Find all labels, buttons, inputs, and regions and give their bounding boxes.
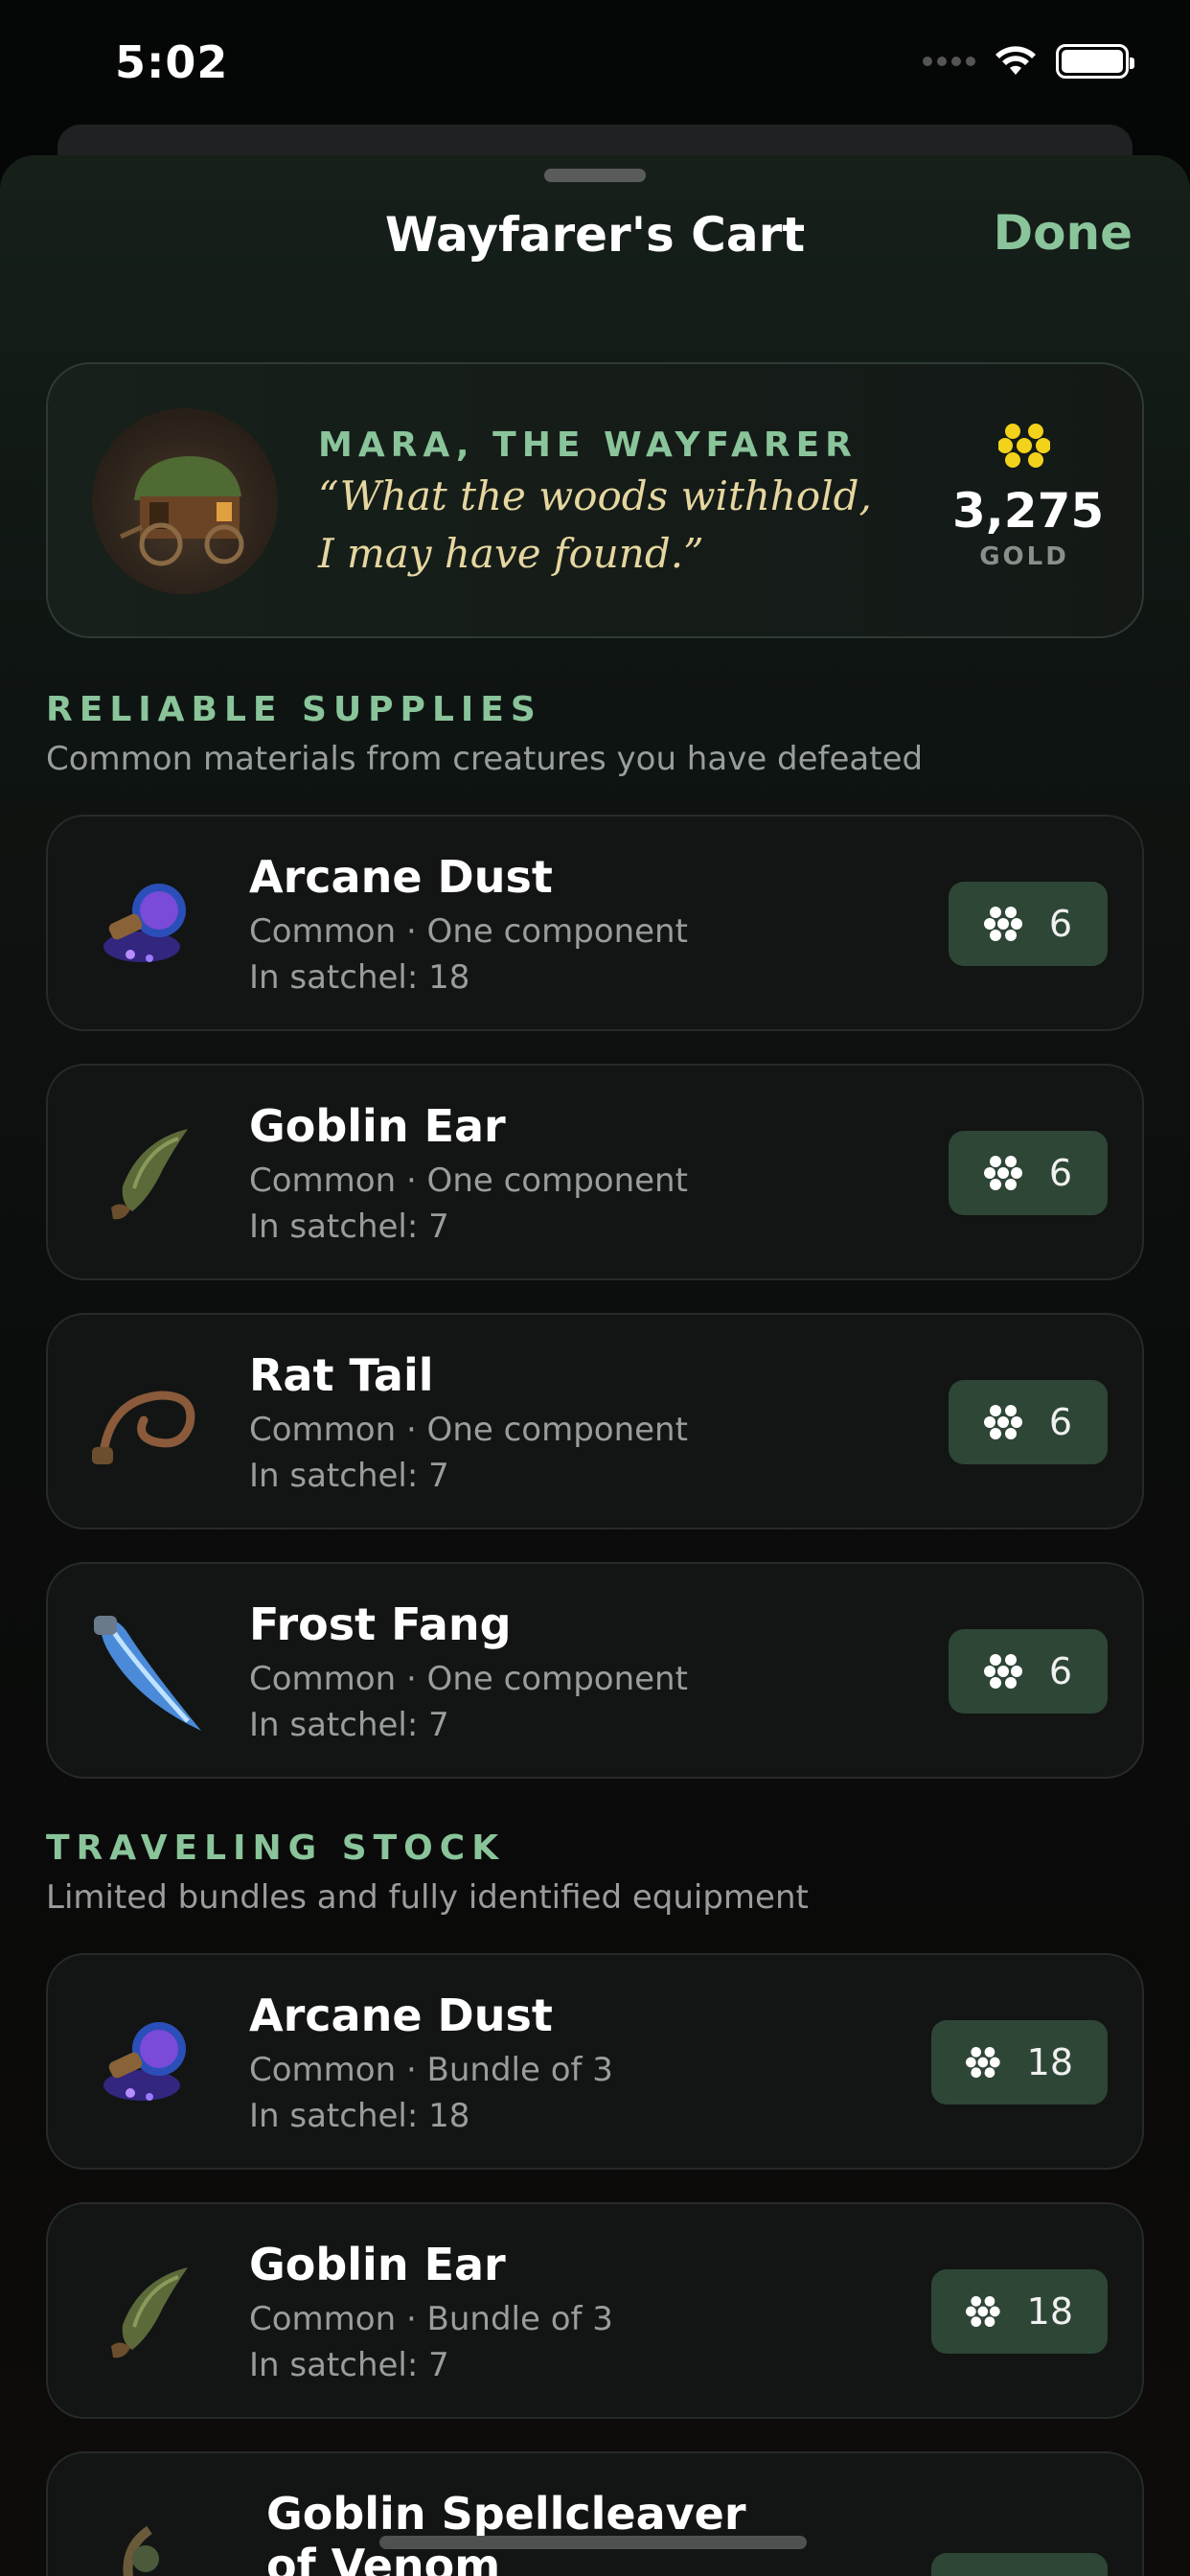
gold-coins-icon — [983, 1405, 1022, 1439]
item-meta: Common · One component — [249, 1162, 688, 1200]
list-item[interactable]: Goblin Ear Common · Bundle of 3 In satch… — [46, 2202, 1144, 2419]
battery-icon — [1056, 44, 1134, 79]
sheet-grabber[interactable] — [544, 169, 646, 182]
frost-fang-icon — [94, 1616, 201, 1731]
buy-price-button[interactable]: 6 — [949, 1380, 1108, 1464]
item-satchel-count: In satchel: 7 — [249, 1706, 449, 1744]
arcane-dust-icon — [103, 2022, 186, 2101]
item-satchel-count: In satchel: 18 — [249, 958, 470, 997]
gold-coins-icon — [983, 1156, 1022, 1190]
item-satchel-count: In satchel: 7 — [249, 1208, 449, 1246]
price-value: 18 — [1026, 2290, 1073, 2333]
price-value: 18 — [1026, 2041, 1073, 2083]
merchant-name: MARA, THE WAYFARER — [318, 426, 858, 465]
section-subtitle-reliable-supplies: Common materials from creatures you have… — [46, 740, 924, 778]
done-button[interactable]: Done — [994, 205, 1133, 261]
list-item[interactable]: Rat Tail Common · One component In satch… — [46, 1313, 1144, 1530]
status-icons — [923, 44, 1134, 79]
gold-balance: 3,275 GOLD — [952, 422, 1105, 571]
spellcleaver-icon — [123, 2525, 159, 2576]
wayfarers-cart-sheet: Wayfarer's Cart Done MARA, THE WAYFARER … — [0, 155, 1190, 2576]
arcane-dust-icon — [103, 884, 186, 962]
item-name: Frost Fang — [249, 1598, 512, 1650]
gold-coins-icon — [983, 1654, 1022, 1689]
buy-price-button[interactable]: 18 — [931, 2269, 1108, 2354]
buy-price-button[interactable]: 18 — [931, 2020, 1108, 2104]
gold-amount: 3,275 — [952, 483, 1105, 539]
price-value: 6 — [1048, 1152, 1073, 1194]
buy-price-button[interactable]: 6 — [949, 882, 1108, 966]
gold-coins-icon — [997, 424, 1051, 468]
item-meta: Common · Bundle of 3 — [249, 2300, 613, 2338]
item-satchel-count: In satchel: 7 — [249, 2346, 449, 2384]
status-time: 5:02 — [115, 36, 229, 88]
price-value: 6 — [1048, 1401, 1073, 1443]
buy-price-button[interactable]: 6 — [949, 1629, 1108, 1714]
item-meta: Common · Bundle of 3 — [249, 2051, 613, 2089]
section-subtitle-traveling-stock: Limited bundles and fully identified equ… — [46, 1878, 809, 1917]
price-value: 6 — [1048, 903, 1073, 945]
list-item[interactable]: Arcane Dust Common · Bundle of 3 In satc… — [46, 1953, 1144, 2170]
gold-coins-icon — [966, 2295, 1000, 2328]
merchant-quote-line1: “What the woods withhold, — [318, 472, 872, 519]
section-heading-traveling-stock: TRAVELING STOCK — [46, 1828, 506, 1868]
gold-coins-icon — [966, 2046, 1000, 2079]
gold-coins-icon — [983, 907, 1022, 941]
buy-price-button[interactable] — [931, 2553, 1108, 2576]
item-meta: Common · One component — [249, 912, 688, 951]
item-meta: Common · One component — [249, 1411, 688, 1449]
item-name: Rat Tail — [249, 1349, 434, 1401]
item-satchel-count: In satchel: 7 — [249, 1457, 449, 1495]
item-name: Goblin Ear — [249, 1100, 506, 1152]
item-name-line1: Goblin Spellcleaver — [266, 2488, 746, 2540]
goblin-ear-icon — [111, 2267, 188, 2358]
status-bar: 5:02 — [0, 0, 1190, 134]
section-heading-reliable-supplies: RELIABLE SUPPLIES — [46, 690, 542, 729]
item-name: Arcane Dust — [249, 1990, 553, 2041]
item-satchel-count: In satchel: 18 — [249, 2097, 470, 2135]
list-item[interactable]: Arcane Dust Common · One component In sa… — [46, 815, 1144, 1031]
home-indicator[interactable] — [379, 2536, 807, 2549]
item-meta: Common · One component — [249, 1660, 688, 1698]
merchant-quote: “What the woods withhold, I may have fou… — [318, 468, 893, 583]
item-name: Arcane Dust — [249, 851, 553, 903]
list-item[interactable]: Goblin Spellcleaver of Venom — [46, 2451, 1144, 2576]
item-name: Goblin Spellcleaver of Venom — [266, 2488, 746, 2576]
buy-price-button[interactable]: 6 — [949, 1131, 1108, 1215]
wagon-portrait-icon — [92, 408, 278, 594]
list-item[interactable]: Frost Fang Common · One component In sat… — [46, 1562, 1144, 1779]
price-value: 6 — [1048, 1650, 1073, 1692]
merchant-quote-line2: I may have found.” — [318, 530, 704, 577]
list-item[interactable]: Goblin Ear Common · One component In sat… — [46, 1064, 1144, 1280]
merchant-card: MARA, THE WAYFARER “What the woods withh… — [46, 362, 1144, 638]
goblin-ear-icon — [111, 1129, 188, 1220]
gold-label: GOLD — [979, 542, 1069, 571]
item-name: Goblin Ear — [249, 2239, 506, 2290]
wifi-icon — [995, 46, 1036, 75]
rat-tail-icon — [92, 1391, 195, 1464]
cellular-signal-icon — [923, 57, 975, 66]
